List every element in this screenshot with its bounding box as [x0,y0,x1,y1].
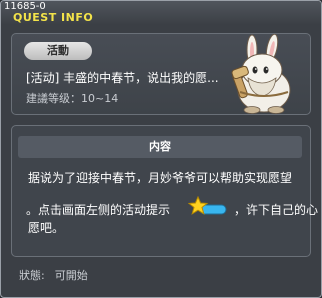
quest-summary-panel: 活動 [活动] 丰盛的中春节，说出我的愿... 建議等级：10~14 [11,33,311,115]
npc-rabbit-icon [231,34,291,114]
title-bar[interactable]: 11685-0 QUEST INFO [1,1,321,25]
status-value: 可開始 [54,269,88,282]
description-line-3: 愿吧。 [28,221,65,235]
section-header-content: 内容 [18,136,302,158]
quest-status: 狀態: 可開始 [19,269,88,283]
quest-name: [活动] 丰盛的中春节，说出我的愿... [26,71,219,85]
description-line-1: 据说为了迎接中春节，月妙爷爷可以帮助实现愿望 [28,171,293,185]
description-line-2-suffix: ，许下自己的心 [234,203,319,217]
quest-detail-panel: 内容 据说为了迎接中春节，月妙爷爷可以帮助实现愿望 。点击画面左侧的活动提示 ，… [11,125,318,257]
recommended-level: 建議等级：10~14 [26,92,119,105]
window-title: QUEST INFO [13,11,94,24]
star-event-icon [188,196,227,215]
description-line-2-prefix: 。点击画面左侧的活动提示 [26,203,171,217]
status-label: 狀態: [19,269,45,282]
category-badge: 活動 [24,42,92,60]
quest-info-window: 11685-0 QUEST INFO 活動 [活动] 丰盛的中春节，说出我的愿.… [0,0,322,298]
